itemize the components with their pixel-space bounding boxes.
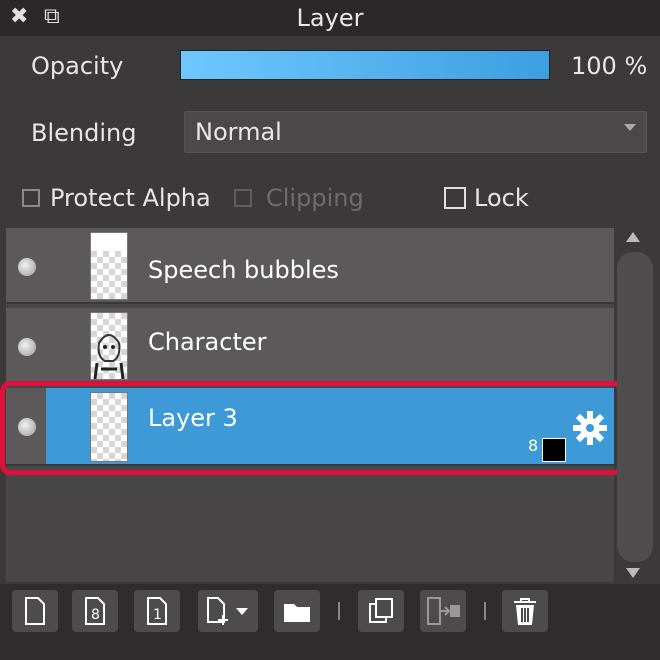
blending-label: Blending: [31, 119, 137, 147]
layer-thumbnail: [90, 392, 128, 462]
layer-list: Speech bubbles Character Layer 3 8: [6, 228, 614, 582]
add-layer-menu-icon: [207, 597, 248, 625]
blending-selected-value: Normal: [195, 118, 282, 146]
layer-thumbnail: [90, 312, 128, 380]
panel-title: Layer: [296, 4, 364, 32]
clipping-checkbox[interactable]: [234, 189, 252, 207]
visibility-toggle-icon[interactable]: [18, 418, 36, 436]
new-1bit-layer-icon: 1: [147, 597, 167, 625]
opacity-value: 100 %: [571, 52, 648, 80]
layer-scrollbar[interactable]: [617, 252, 653, 562]
protect-alpha-checkbox[interactable]: [22, 189, 40, 207]
bit-depth-label: 8: [528, 436, 539, 455]
lock-label: Lock: [474, 184, 529, 212]
new-8bit-layer-button[interactable]: 8: [72, 590, 118, 632]
visibility-column: [6, 308, 46, 382]
new-layer-icon: [25, 597, 45, 625]
visibility-column: [6, 388, 46, 464]
visibility-toggle-icon[interactable]: [18, 338, 36, 356]
clipping-label: Clipping: [266, 184, 364, 212]
scroll-down-arrow-icon[interactable]: [626, 568, 640, 578]
delete-layer-button[interactable]: [502, 590, 548, 632]
blending-select[interactable]: Normal: [184, 111, 647, 153]
layer-row-character[interactable]: Character: [6, 308, 614, 384]
toolbar-separator: [484, 602, 486, 620]
layer-name: Speech bubbles: [148, 256, 339, 284]
add-layer-menu-button[interactable]: [198, 590, 258, 632]
new-1bit-layer-button[interactable]: 1: [134, 590, 180, 632]
bit1-text: 1: [153, 607, 162, 623]
layer-color-swatch[interactable]: [542, 438, 566, 462]
bit8-text: 8: [91, 607, 100, 623]
chevron-down-icon: [624, 124, 636, 131]
layer-toolbar: 8 1: [0, 584, 660, 660]
new-layer-button[interactable]: [12, 590, 58, 632]
toolbar-separator: [338, 602, 340, 620]
trash-icon: [514, 598, 536, 625]
layer-thumbnail: [90, 232, 128, 300]
visibility-toggle-icon[interactable]: [18, 258, 36, 276]
protect-alpha-label: Protect Alpha: [50, 184, 211, 212]
merge-layer-button[interactable]: [420, 590, 466, 632]
layer-row-layer-3[interactable]: Layer 3 8: [6, 388, 614, 466]
panel-titlebar: ✖ ⧉ Layer: [0, 0, 660, 36]
layer-name: Character: [148, 328, 267, 356]
layer-row-speech-bubbles[interactable]: Speech bubbles: [6, 228, 614, 304]
lock-checkbox[interactable]: [444, 187, 466, 209]
layer-settings-gear-icon[interactable]: [572, 410, 608, 446]
opacity-slider[interactable]: [180, 50, 550, 80]
duplicate-layer-icon: [369, 598, 393, 623]
new-8bit-layer-icon: 8: [85, 597, 105, 625]
merge-layer-icon: [427, 597, 460, 625]
duplicate-layer-button[interactable]: [358, 590, 404, 632]
new-folder-icon: [284, 604, 310, 622]
scroll-up-arrow-icon[interactable]: [626, 232, 640, 242]
character-sketch-icon: [93, 334, 125, 380]
visibility-column: [6, 228, 46, 302]
opacity-slider-fill: [181, 51, 549, 79]
new-folder-button[interactable]: [274, 590, 320, 632]
opacity-label: Opacity: [31, 52, 124, 80]
layer-name: Layer 3: [148, 404, 238, 432]
